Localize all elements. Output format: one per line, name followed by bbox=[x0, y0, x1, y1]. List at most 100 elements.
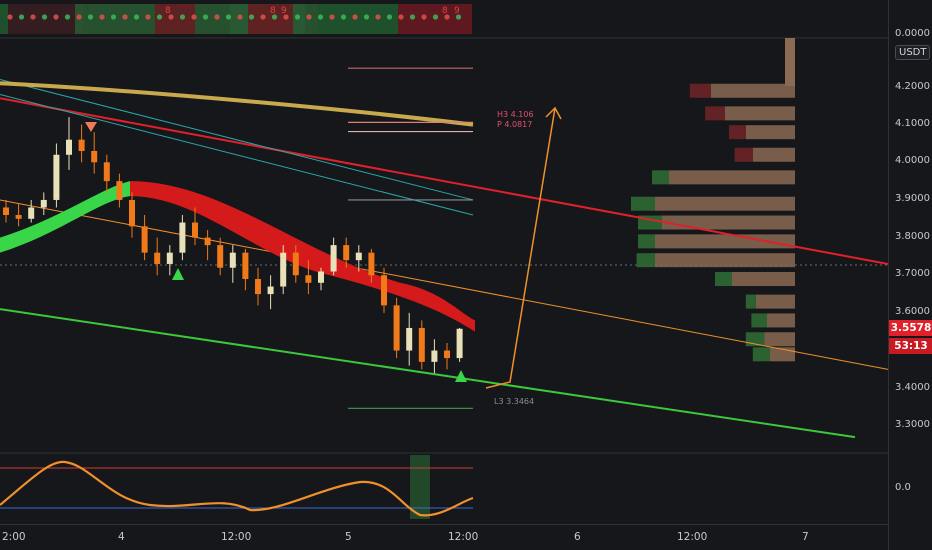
indicator-digit: 8 bbox=[270, 6, 276, 16]
volume-profile-bar bbox=[715, 272, 732, 287]
ribbon-bear bbox=[130, 181, 475, 332]
volume-profile-bar bbox=[767, 313, 795, 328]
last-price-tag: 3.5578 bbox=[889, 320, 932, 336]
indicator-digit: 8 bbox=[442, 6, 448, 16]
indicator-dot bbox=[156, 14, 163, 20]
indicator-dot bbox=[64, 14, 71, 20]
indicator-dot bbox=[214, 14, 220, 20]
price-tick: 3.8000 bbox=[895, 231, 930, 242]
indicator-dot bbox=[191, 14, 197, 20]
candle-body bbox=[255, 279, 261, 295]
countdown-tag: 53:13 bbox=[889, 338, 932, 354]
candle-body bbox=[91, 151, 98, 163]
volume-profile-bar bbox=[636, 253, 655, 268]
indicator-dot bbox=[18, 14, 25, 20]
indicator-strip-block bbox=[0, 4, 8, 34]
indicator-dot bbox=[53, 14, 59, 20]
candle-body bbox=[456, 328, 463, 359]
candle-body bbox=[116, 181, 123, 200]
indicator-dot bbox=[110, 14, 117, 20]
time-tick: 2:00 bbox=[2, 531, 26, 543]
volume-profile-bar bbox=[745, 294, 756, 309]
indicator-dot bbox=[340, 14, 347, 20]
candle-body bbox=[129, 199, 135, 227]
candle-body bbox=[40, 199, 47, 208]
projection-arrow bbox=[485, 107, 556, 389]
currency-badge[interactable]: USDT bbox=[895, 45, 931, 60]
indicator-dot bbox=[329, 14, 335, 20]
l3-label: L3 3.3464 bbox=[494, 397, 535, 406]
price-chart bbox=[0, 4, 889, 519]
candle-body bbox=[267, 286, 274, 295]
candle-body bbox=[66, 139, 72, 155]
candle-body bbox=[355, 252, 362, 261]
price-tick: 4.2000 bbox=[895, 81, 930, 92]
pivot-label: P 4.0817 bbox=[497, 120, 533, 129]
indicator-dot bbox=[421, 14, 427, 20]
candle-body bbox=[217, 245, 224, 268]
candle-body bbox=[305, 275, 312, 283]
candle-body bbox=[406, 327, 413, 351]
indicator-dot bbox=[179, 14, 186, 20]
price-tick-top: 0.0000 bbox=[895, 28, 930, 39]
indicator-dot bbox=[398, 14, 404, 20]
price-tick: 4.1000 bbox=[895, 118, 930, 129]
volume-profile-bar bbox=[764, 332, 795, 347]
time-axis: 2:00 4 12:00 5 12:00 6 12:00 7 bbox=[0, 524, 888, 550]
volume-profile-bar bbox=[751, 313, 767, 328]
indicator-digit: 9 bbox=[281, 6, 287, 16]
moving-average-line bbox=[0, 81, 474, 127]
candle-body bbox=[28, 207, 35, 219]
sell-signal-marker bbox=[85, 122, 97, 132]
volume-profile-bar bbox=[662, 215, 795, 230]
candle-body bbox=[78, 139, 85, 152]
time-tick: 12:00 bbox=[221, 531, 252, 543]
volume-profile-bar bbox=[705, 106, 725, 121]
candle-body bbox=[204, 237, 211, 246]
volume-profile-bar bbox=[725, 106, 795, 121]
price-tick: 3.6000 bbox=[895, 306, 930, 317]
candle-body bbox=[330, 245, 337, 272]
indicator-dot bbox=[375, 14, 381, 20]
indicator-dot bbox=[363, 14, 370, 20]
volume-profile-bar bbox=[669, 170, 795, 185]
price-tick: 4.0000 bbox=[895, 155, 930, 166]
candle-body bbox=[192, 222, 198, 238]
indicator-dot bbox=[352, 14, 358, 20]
indicator-dot bbox=[133, 14, 140, 20]
candle-body bbox=[229, 252, 236, 268]
price-tick: 3.3000 bbox=[895, 419, 930, 430]
indicator-dot bbox=[409, 14, 416, 20]
volume-profile-bar bbox=[752, 347, 770, 362]
channel-line bbox=[0, 78, 474, 201]
volume-profile-bar bbox=[753, 147, 795, 162]
candle-body bbox=[166, 252, 173, 264]
candle-body bbox=[343, 245, 350, 261]
volume-profile-bar bbox=[732, 272, 795, 287]
chart-root: { "price_axis": { "currency": "USDT", "t… bbox=[0, 0, 932, 550]
price-tick: 3.7000 bbox=[895, 268, 930, 279]
buy-signal-marker bbox=[455, 370, 467, 382]
indicator-dot bbox=[76, 14, 82, 20]
indicator-dot bbox=[202, 14, 209, 20]
candle-body bbox=[154, 252, 161, 264]
support-trendline bbox=[0, 308, 856, 439]
time-tick: 7 bbox=[802, 531, 809, 543]
candle-body bbox=[368, 252, 375, 276]
indicator-dot bbox=[7, 14, 13, 20]
indicator-dot bbox=[41, 14, 48, 20]
indicator-dot bbox=[237, 14, 243, 20]
oscillator-tick: 0.0 bbox=[895, 482, 911, 493]
indicator-dot bbox=[386, 14, 393, 20]
volume-profile-bar bbox=[655, 196, 795, 211]
oscillator-line bbox=[0, 460, 474, 517]
candle-body bbox=[141, 226, 148, 253]
candle-body bbox=[444, 350, 450, 359]
indicator-digit: 8 bbox=[165, 6, 171, 16]
indicator-dot bbox=[30, 14, 36, 20]
indicator-dot bbox=[248, 14, 255, 20]
indicator-dot bbox=[432, 14, 439, 20]
time-tick: 5 bbox=[345, 531, 352, 543]
candle-body bbox=[179, 222, 186, 253]
indicator-dot bbox=[145, 14, 151, 20]
